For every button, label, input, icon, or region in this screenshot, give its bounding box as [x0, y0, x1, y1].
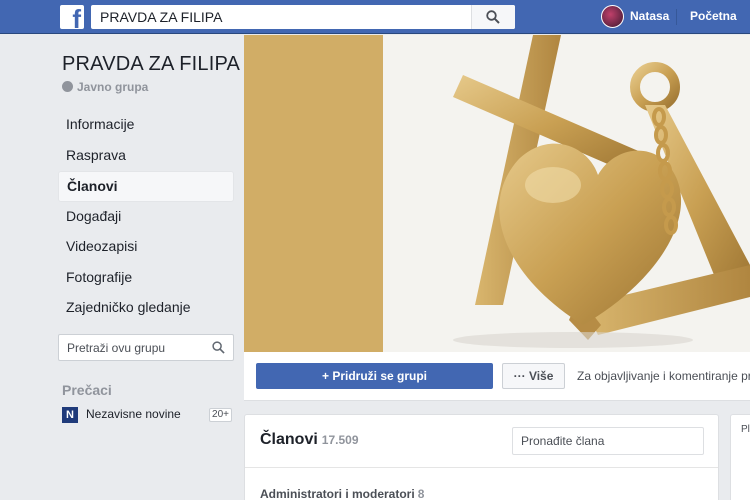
shortcut-item[interactable]: N Nezavisne novine 20+	[62, 405, 232, 425]
join-group-button[interactable]: + Pridruži se grupi	[256, 363, 493, 389]
nezavisne-novine-icon: N	[62, 407, 78, 423]
post-permission-note: Za objavljivanje i komentiranje prid	[577, 369, 750, 383]
cover-heart-cross-anchor-image	[383, 35, 750, 352]
members-card: Članovi17.509 Administratori i moderator…	[244, 414, 719, 500]
home-link[interactable]: Početna	[690, 9, 737, 23]
group-search-box[interactable]	[58, 334, 234, 361]
facebook-logo-icon[interactable]: f	[60, 5, 84, 29]
sidebar-item-dogadaji[interactable]: Događaji	[58, 202, 234, 233]
group-privacy: Javno grupa	[62, 80, 148, 94]
sidebar-item-zajednicko-gledanje[interactable]: Zajedničko gledanje	[58, 293, 234, 324]
global-search-input[interactable]	[91, 5, 471, 29]
member-search-input[interactable]	[513, 428, 703, 454]
more-dots-icon: ···	[513, 369, 526, 383]
shortcut-label[interactable]: Nezavisne novine	[86, 407, 181, 421]
group-sidebar-nav: Informacije Rasprava Članovi Događaji Vi…	[58, 110, 234, 324]
admins-count: 8	[417, 487, 425, 500]
right-side-card: Pl	[730, 414, 750, 500]
sidebar-item-informacije[interactable]: Informacije	[58, 110, 234, 141]
sidebar-item-rasprava[interactable]: Rasprava	[58, 141, 234, 172]
admins-label: Administratori i moderatori	[260, 487, 415, 500]
cover-gold-panel	[244, 35, 383, 352]
sidebar-item-videozapisi[interactable]: Videozapisi	[58, 232, 234, 263]
top-navigation-bar: f Natasa Početna	[0, 0, 750, 34]
admins-heading: Administratori i moderatori 8	[260, 487, 424, 500]
member-search-box[interactable]	[512, 427, 704, 455]
members-title: Članovi	[260, 431, 318, 448]
shortcuts-heading: Prečaci	[62, 382, 112, 398]
sidebar-item-fotografije[interactable]: Fotografije	[58, 263, 234, 294]
members-heading: Članovi 17.509	[260, 431, 359, 449]
group-title[interactable]: PRAVDA ZA FILIPA	[62, 53, 240, 76]
side-card-label: Pl	[741, 424, 750, 435]
topbar-divider	[676, 9, 677, 25]
members-divider	[245, 467, 718, 468]
more-label: Više	[528, 369, 554, 383]
join-group-label: Pridruži se grupi	[332, 369, 428, 383]
avatar[interactable]	[601, 5, 624, 28]
group-action-bar: + Pridruži se grupi ··· Više Za objavlji…	[244, 352, 750, 401]
group-privacy-label: Javno grupa	[77, 80, 149, 94]
plus-icon: +	[321, 369, 329, 383]
group-search-input[interactable]	[59, 335, 199, 360]
shortcut-count-badge: 20+	[209, 408, 232, 422]
more-button[interactable]: ··· Više	[502, 363, 565, 389]
search-icon	[486, 10, 500, 24]
globe-icon	[62, 81, 73, 92]
global-search-box[interactable]	[91, 5, 515, 29]
group-cover-photo[interactable]	[244, 35, 750, 352]
search-button[interactable]	[471, 5, 515, 29]
search-icon[interactable]	[212, 341, 225, 354]
sidebar-item-clanovi[interactable]: Članovi	[58, 171, 234, 202]
members-count: 17.509	[321, 433, 359, 447]
user-name[interactable]: Natasa	[630, 9, 669, 23]
